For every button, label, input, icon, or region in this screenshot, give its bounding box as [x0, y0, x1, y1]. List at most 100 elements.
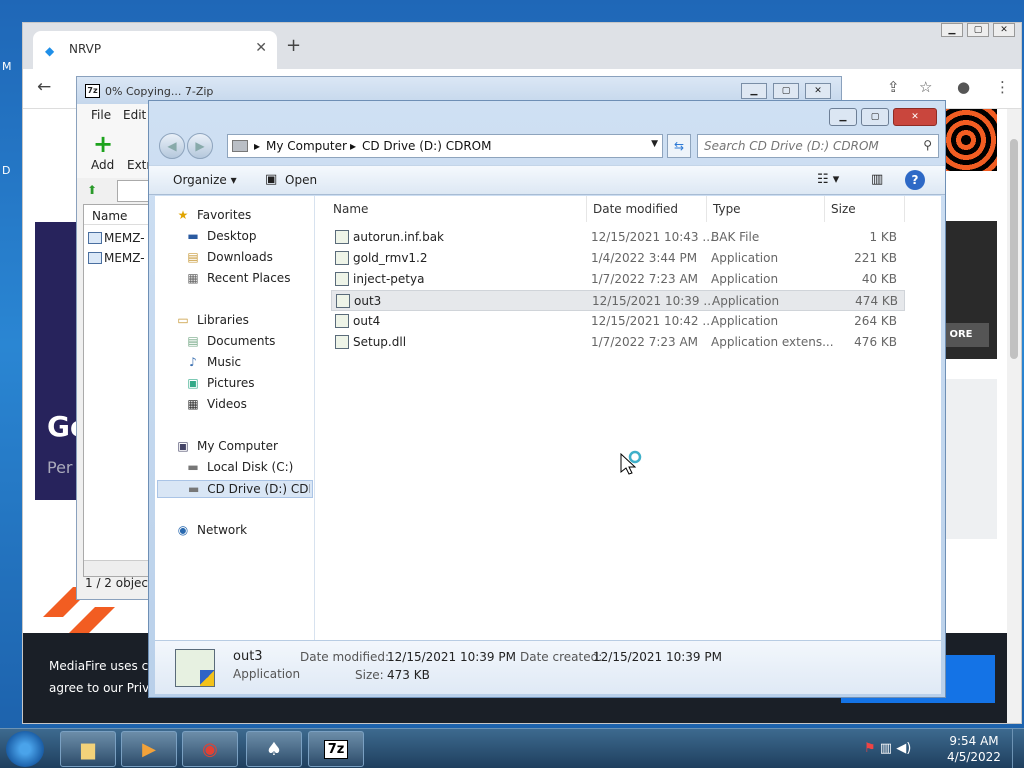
nav-documents[interactable]: ▤ Documents: [185, 334, 275, 348]
start-button[interactable]: [6, 731, 44, 767]
file-icon: [335, 230, 349, 244]
file-type: Application: [712, 294, 780, 308]
videos-icon: ▦: [187, 397, 199, 411]
browser-tab[interactable]: ◆ NRVP ✕: [33, 31, 277, 69]
star-icon: ★: [177, 208, 189, 222]
nav-pictures[interactable]: ▣ Pictures: [185, 376, 254, 390]
page-scrollbar[interactable]: [1007, 109, 1021, 723]
minimize-button[interactable]: ▁: [741, 83, 767, 99]
menu-edit[interactable]: Edit: [123, 108, 146, 122]
file-icon: [335, 251, 349, 265]
help-icon[interactable]: ?: [905, 170, 925, 190]
file-date: 12/15/2021 10:39 ...: [592, 294, 715, 308]
taskbar-sevenzip[interactable]: 7z: [308, 731, 364, 767]
file-row[interactable]: inject-petya 1/7/2022 7:23 AM Application 4…: [331, 269, 905, 290]
share-icon[interactable]: ⇪: [887, 78, 900, 96]
column-header-name[interactable]: Name: [327, 196, 587, 222]
column-header-date[interactable]: Date modified: [587, 196, 707, 222]
taskbar-media-player[interactable]: ▶: [121, 731, 177, 767]
folder-icon: ▆: [81, 738, 95, 760]
search-icon[interactable]: ⚲: [923, 138, 932, 152]
file-row[interactable]: Setup.dll 1/7/2022 7:23 AM Application ext…: [331, 332, 905, 353]
minimize-button[interactable]: ▁: [829, 108, 857, 126]
maximize-button[interactable]: ▢: [861, 108, 889, 126]
file-row[interactable]: out3 12/15/2021 10:39 ... Application 474 K…: [331, 290, 905, 311]
nav-videos[interactable]: ▦ Videos: [185, 397, 247, 411]
chevron-down-icon[interactable]: ▼: [651, 139, 658, 149]
list-item[interactable]: MEMZ-: [88, 231, 145, 245]
file-row[interactable]: autorun.inf.bak 12/15/2021 10:43 ... BAK F…: [331, 227, 905, 248]
minimize-button[interactable]: ▁: [941, 23, 963, 37]
open-icon[interactable]: ▣: [265, 172, 277, 187]
taskbar-chrome[interactable]: ◉: [182, 731, 238, 767]
nav-label: CD Drive (D:) CDROM: [207, 482, 310, 496]
nav-cd-drive[interactable]: ▬ CD Drive (D:) CDROM: [157, 480, 313, 498]
scrollbar-thumb[interactable]: [1010, 139, 1018, 359]
breadcrumb-arrow-icon[interactable]: ▸: [254, 139, 260, 153]
nav-favorites[interactable]: ★ Favorites: [175, 208, 252, 222]
address-bar[interactable]: ▸ My Computer ▸ CD Drive (D:) CDROM ▼: [227, 134, 663, 158]
breadcrumb-cd-drive[interactable]: CD Drive (D:) CDROM: [362, 139, 491, 153]
back-arrow-icon[interactable]: ←: [37, 77, 51, 97]
file-date: 1/4/2022 3:44 PM: [591, 251, 698, 265]
breadcrumb-arrow-icon[interactable]: ▸: [350, 139, 356, 153]
nav-my-computer[interactable]: ▣ My Computer: [175, 439, 278, 453]
add-label[interactable]: Add: [91, 158, 114, 172]
nav-downloads[interactable]: ▤ Downloads: [185, 250, 273, 264]
drive-icon: [232, 140, 248, 152]
horizontal-scrollbar[interactable]: [84, 560, 152, 576]
file-date: 12/15/2021 10:43 ...: [591, 230, 714, 244]
organize-label: Organize: [173, 173, 227, 187]
file-row[interactable]: gold_rmv1.2 1/4/2022 3:44 PM Application 22…: [331, 248, 905, 269]
new-tab-button[interactable]: +: [286, 35, 301, 56]
file-type: BAK File: [711, 230, 760, 244]
search-input[interactable]: [704, 138, 914, 154]
profile-icon[interactable]: ●: [957, 78, 970, 96]
nav-libraries[interactable]: ▭ Libraries: [175, 313, 249, 327]
list-item[interactable]: MEMZ-: [88, 251, 145, 265]
nav-local-disk[interactable]: ▬ Local Disk (C:): [185, 460, 293, 474]
pictures-icon: ▣: [187, 376, 199, 390]
network-icon[interactable]: ▥: [880, 741, 892, 756]
taskbar-solitaire[interactable]: ♠: [246, 731, 302, 767]
column-label: Name: [333, 202, 369, 216]
file-icon: [335, 272, 349, 286]
close-button[interactable]: ✕: [805, 83, 831, 99]
file-name: out3: [354, 294, 382, 308]
nav-label: Recent Places: [207, 271, 291, 285]
menu-dots-icon[interactable]: ⋮: [995, 78, 1010, 96]
maximize-button[interactable]: ▢: [773, 83, 799, 99]
refresh-icon[interactable]: ⇆: [667, 134, 691, 158]
up-folder-icon[interactable]: ⬆: [87, 183, 97, 197]
show-desktop-button[interactable]: [1012, 729, 1024, 768]
close-button[interactable]: ✕: [993, 23, 1015, 37]
taskbar-explorer[interactable]: ▆: [60, 731, 116, 767]
menu-file[interactable]: File: [91, 108, 111, 122]
organize-button[interactable]: Organize ▾: [173, 173, 237, 187]
view-options-icon[interactable]: ☷ ▾: [817, 172, 839, 187]
column-header-type[interactable]: Type: [707, 196, 825, 222]
nav-network[interactable]: ◉ Network: [175, 523, 247, 537]
column-header-name[interactable]: Name: [84, 205, 152, 225]
forward-arrow-icon[interactable]: ▶: [187, 133, 213, 159]
open-button[interactable]: Open: [285, 173, 317, 187]
close-tab-icon[interactable]: ✕: [255, 40, 267, 56]
details-size-label: Size:: [355, 668, 384, 682]
preview-pane-icon[interactable]: ▥: [871, 172, 883, 187]
file-size: 40 KB: [861, 272, 897, 286]
add-icon[interactable]: +: [93, 130, 113, 158]
nav-desktop[interactable]: ▬ Desktop: [185, 229, 256, 243]
back-arrow-icon[interactable]: ◀: [159, 133, 185, 159]
clock[interactable]: 9:54 AM 4/5/2022: [944, 733, 1004, 765]
nav-recent-places[interactable]: ▦ Recent Places: [185, 271, 290, 285]
close-button[interactable]: ✕: [893, 108, 937, 126]
system-tray: ⚑ ▥ ◀): [864, 741, 911, 756]
column-header-size[interactable]: Size: [825, 196, 905, 222]
nav-music[interactable]: ♪ Music: [185, 355, 241, 369]
action-center-icon[interactable]: ⚑: [864, 741, 876, 756]
maximize-button[interactable]: ▢: [967, 23, 989, 37]
star-icon[interactable]: ☆: [919, 78, 932, 96]
file-row[interactable]: out4 12/15/2021 10:42 ... Application 264 K…: [331, 311, 905, 332]
breadcrumb-my-computer[interactable]: My Computer: [266, 139, 347, 153]
volume-icon[interactable]: ◀): [896, 741, 911, 756]
